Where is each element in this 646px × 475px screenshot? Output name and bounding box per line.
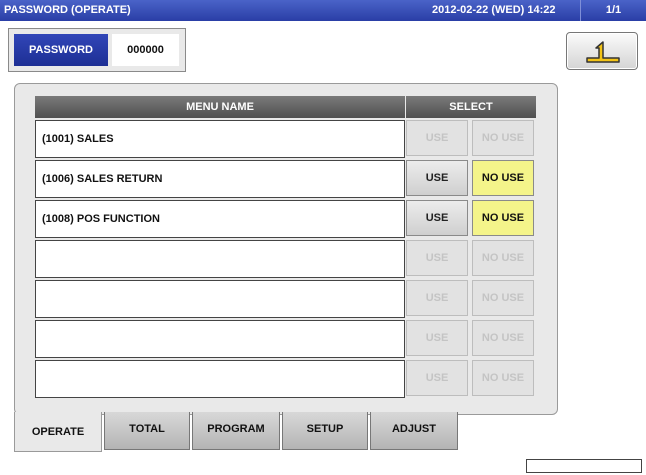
menu-row: (1008) POS FUNCTION [35,200,405,238]
use-button[interactable]: USE [406,160,468,196]
tab-total[interactable]: TOTAL [104,412,190,450]
password-panel: PASSWORD 000000 [8,28,186,72]
tab-program[interactable]: PROGRAM [192,412,280,450]
no-use-button: NO USE [472,120,534,156]
no-use-button: NO USE [472,280,534,316]
use-button: USE [406,120,468,156]
menu-row [35,320,405,358]
menu-row: (1001) SALES [35,120,405,158]
back-button[interactable] [566,32,638,70]
use-button[interactable]: USE [406,200,468,236]
password-label: PASSWORD [14,34,108,66]
no-use-button: NO USE [472,240,534,276]
menu-name-header: MENU NAME [35,96,405,118]
menu-panel: MENU NAME SELECT (1001) SALES USE NO USE (1… [14,83,558,415]
menu-row: (1006) SALES RETURN [35,160,405,198]
use-button: USE [406,360,468,396]
select-header: SELECT [406,96,536,118]
no-use-button: NO USE [472,320,534,356]
no-use-button[interactable]: NO USE [472,200,534,236]
status-field [526,459,642,473]
tab-adjust[interactable]: ADJUST [370,412,458,450]
return-arrow-icon [586,41,620,63]
screen-title: PASSWORD (OPERATE) [4,4,131,16]
menu-row [35,280,405,318]
use-button: USE [406,280,468,316]
password-field[interactable]: 000000 [112,34,179,66]
tab-setup[interactable]: SETUP [282,412,368,450]
title-bar: PASSWORD (OPERATE) 2012-02-22 (WED) 14:2… [0,0,646,21]
page-indicator: 1/1 [580,0,646,21]
menu-row [35,240,405,278]
menu-row [35,360,405,398]
date-time: 2012-02-22 (WED) 14:22 [432,4,556,16]
use-button: USE [406,320,468,356]
no-use-button: NO USE [472,360,534,396]
use-button: USE [406,240,468,276]
no-use-button[interactable]: NO USE [472,160,534,196]
tab-operate[interactable]: OPERATE [14,412,102,452]
